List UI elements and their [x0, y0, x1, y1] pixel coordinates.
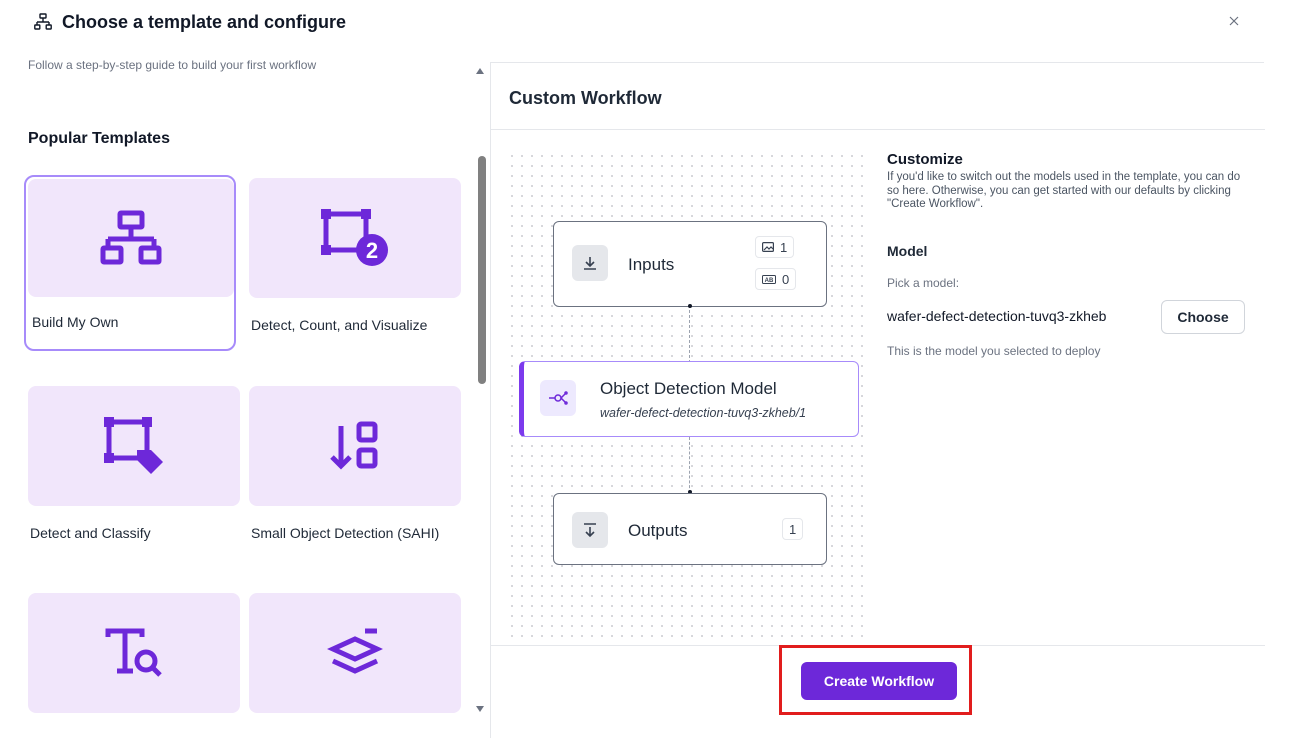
sort-boxes-icon [330, 421, 378, 470]
text-count: 0 [782, 271, 790, 287]
template-build-my-own[interactable]: Build My Own [24, 175, 236, 351]
model-note: This is the model you selected to deploy [887, 344, 1101, 358]
svg-text:2: 2 [366, 238, 378, 263]
bbox-tag-icon [104, 417, 163, 474]
model-id: wafer-defect-detection-tuvq3-zkheb/1 [600, 406, 807, 420]
connector-dot [688, 304, 692, 308]
template-list-panel: Follow a step-by-step guide to build you… [0, 54, 470, 738]
node-label: Object Detection Model [600, 379, 777, 398]
node-label: Outputs [628, 521, 688, 540]
pick-model-label: Pick a model: [887, 276, 960, 290]
scroll-down-arrow-icon[interactable] [476, 706, 484, 712]
template-detect-and-classify[interactable]: Detect and Classify [28, 386, 240, 562]
output-count: 1 [789, 521, 797, 537]
output-icon [584, 523, 596, 538]
panel-title: Custom Workflow [509, 88, 662, 108]
customize-description: If you'd like to switch out the models u… [887, 171, 1241, 210]
download-icon [584, 257, 596, 270]
node-label: Inputs [628, 255, 675, 274]
dialog-header: Choose a template and configure [0, 0, 1300, 48]
output-count-badge: 1 [782, 518, 804, 540]
image-count: 1 [780, 239, 788, 255]
popular-templates-heading: Popular Templates [28, 130, 170, 147]
customize-title: Customize [887, 151, 963, 168]
connector-line [689, 305, 690, 363]
text-count-badge: AB 0 [755, 268, 797, 290]
layers-icon [327, 628, 383, 674]
connector-line [689, 437, 690, 493]
workflow-canvas[interactable]: Inputs 1 AB 0 Object Detection Model waf… [507, 151, 871, 639]
template-layers[interactable] [249, 593, 461, 738]
template-label: Detect, Count, and Visualize [251, 317, 428, 333]
template-small-object-detection[interactable]: Small Object Detection (SAHI) [249, 386, 461, 562]
close-icon[interactable] [1225, 12, 1243, 30]
text-field-icon: AB [762, 274, 776, 284]
inputs-node[interactable]: Inputs 1 AB 0 [553, 221, 827, 307]
dialog-title: Choose a template and configure [62, 12, 347, 32]
template-label: Small Object Detection (SAHI) [251, 525, 440, 541]
svg-text:AB: AB [765, 278, 774, 284]
guide-hint: Follow a step-by-step guide to build you… [28, 58, 317, 72]
choose-model-button[interactable]: Choose [1161, 300, 1245, 334]
selected-model-name: wafer-defect-detection-tuvq3-zkheb [887, 308, 1107, 324]
text-search-icon [105, 628, 162, 677]
outputs-node[interactable]: Outputs 1 [553, 493, 827, 565]
highlight-box [779, 645, 972, 715]
template-detect-count-visualize[interactable]: 2 Detect, Count, and Visualize [249, 178, 461, 354]
model-heading: Model [887, 243, 928, 259]
customize-section: Customize If you'd like to switch out th… [887, 151, 1257, 358]
template-text-search[interactable] [28, 593, 240, 738]
scrollbar-thumb[interactable] [478, 156, 486, 384]
scroll-up-arrow-icon[interactable] [476, 68, 484, 74]
hierarchy-icon [34, 13, 52, 30]
template-label: Detect and Classify [30, 525, 151, 541]
count-bbox-icon: 2 [321, 209, 388, 266]
hierarchy-icon [100, 210, 162, 265]
template-label: Build My Own [32, 314, 119, 330]
divider [491, 129, 1265, 130]
image-count-badge: 1 [755, 236, 795, 258]
workflow-config-panel: Custom Workflow Inputs 1 AB 0 Object Det… [490, 62, 1265, 738]
object-detection-model-node[interactable]: Object Detection Model wafer-defect-dete… [519, 361, 859, 437]
model-graph-icon [549, 391, 568, 405]
image-icon [762, 242, 774, 252]
